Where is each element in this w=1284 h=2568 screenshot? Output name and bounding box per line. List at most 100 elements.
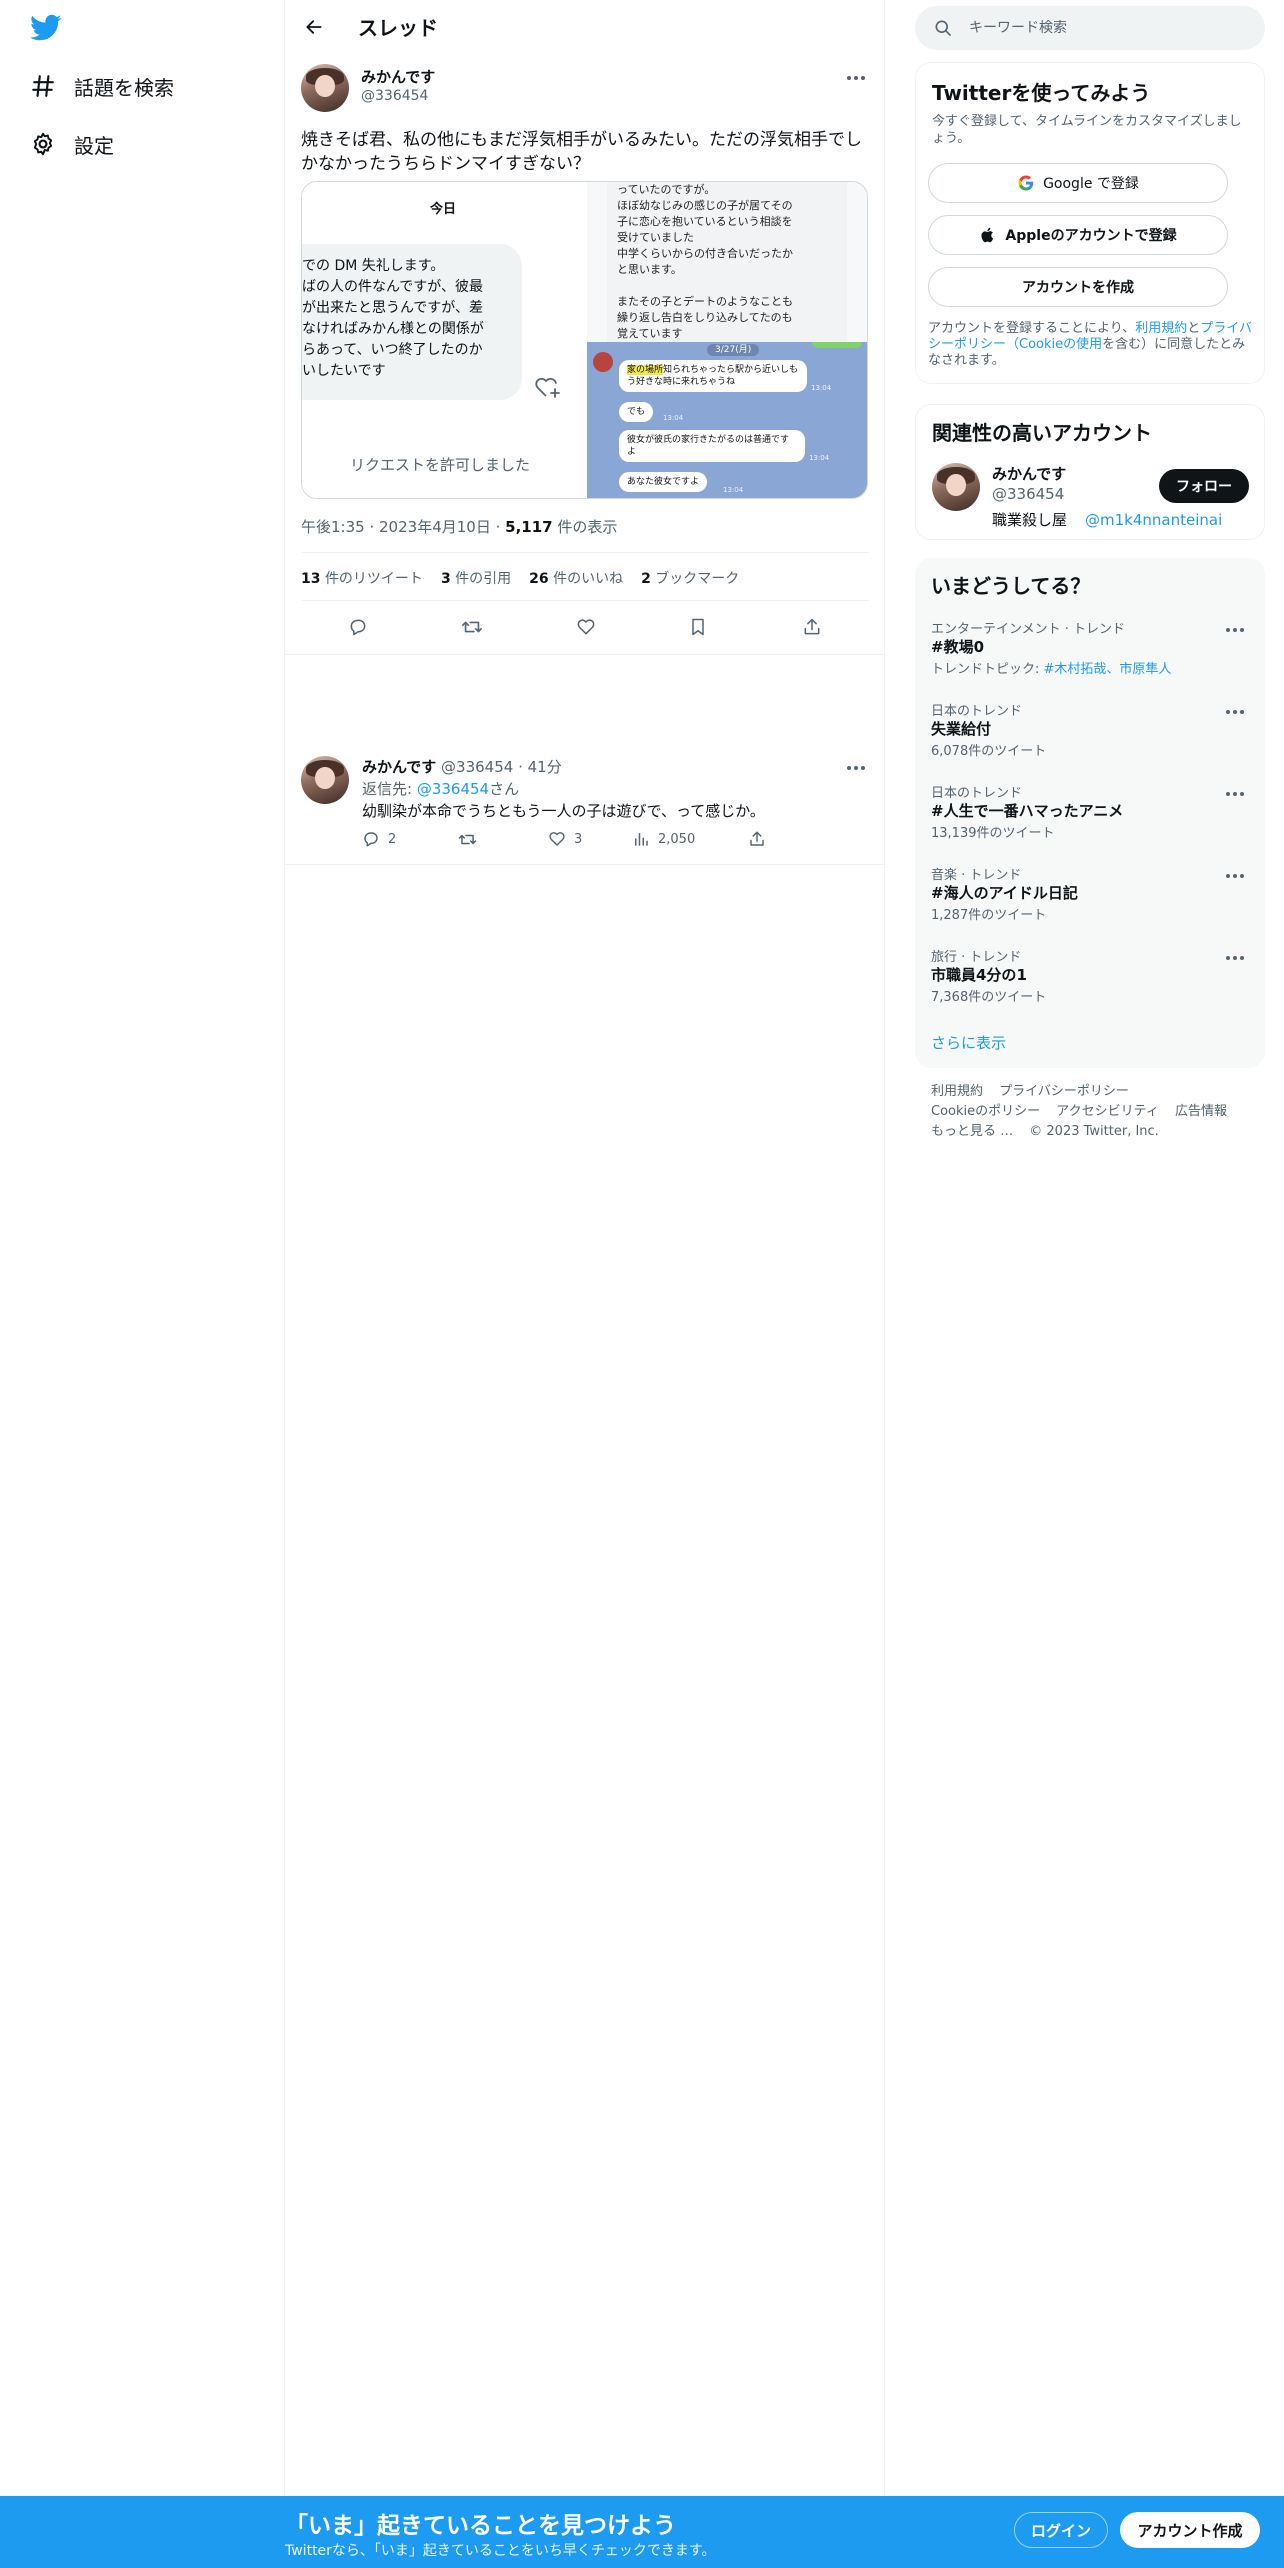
more-options-icon[interactable] [1220,866,1250,886]
more-options-icon[interactable] [841,68,871,88]
tweet-time[interactable]: 午後1:35 [301,518,365,536]
retweet-button[interactable] [458,830,477,849]
chat-message: あなた彼女ですよ [619,472,708,492]
likes-stat[interactable]: 26 件のいいね [529,568,623,588]
nav-item-settings[interactable]: 設定 [28,124,114,164]
search-box[interactable] [915,6,1265,50]
reply-button[interactable]: 2 [362,830,396,848]
bio-link[interactable]: @m1k4nnanteinai [1085,511,1222,529]
share-button[interactable] [797,612,827,642]
apple-signup-button[interactable]: Appleのアカウントで登録 [928,215,1228,255]
share-button[interactable] [748,830,766,848]
more-options-icon[interactable] [1220,948,1250,968]
avatar[interactable] [301,756,349,804]
tweet-date[interactable]: 2023年4月10日 [379,518,491,536]
related-title: 関連性の高いアカウント [932,421,1152,445]
chat-date-label: 3/27(月) [707,344,760,356]
trend-category: 音楽 · トレンド [931,868,1022,883]
terms-link[interactable]: 利用規約 [1135,321,1187,336]
avatar[interactable] [301,64,349,112]
tweet-author-handle[interactable]: @336454 [361,88,428,104]
notes-line: ほぼ幼なじみの感じの子が居てその [617,199,793,212]
footer-link[interactable]: プライバシーポリシー [999,1084,1129,1099]
login-button[interactable]: ログイン [1014,2512,1108,2548]
more-options-icon[interactable] [1220,620,1250,640]
tweet-media[interactable]: 今日 での DM 失礼します。 ばの人の件なんですが、彼最 が出来たと思うんです… [301,181,868,499]
reply-tweet[interactable]: みかんです @336454 · 41分 返信先: @336454さん 幼馴染が本… [285,740,885,864]
bio-text: 職業殺し屋 [992,511,1068,529]
media-image-notes[interactable]: っていたのですが。 ほぼ幼なじみの感じの子が居てその 子に恋心を抱いているという… [587,182,867,342]
retweet-button[interactable] [457,612,487,642]
retweets-stat[interactable]: 13 件のリツイート [301,568,423,588]
show-more-link[interactable]: さらに表示 [931,1032,1006,1053]
trend-item[interactable]: 音楽 · トレンド #海人のアイドル日記 1,287件のツイート [915,864,1265,942]
trend-name: 失業給付 [931,720,992,738]
back-button[interactable] [299,12,329,42]
page-title: スレッド [358,16,438,40]
notes-line: っていたのですが。 [617,183,716,196]
like-button[interactable]: 3 [548,830,582,848]
notes-line: 子に恋心を抱いているという相談を [617,215,793,228]
quotes-stat[interactable]: 3 件の引用 [441,568,511,588]
notes-line: またその子とデートのようなことも [617,295,793,308]
nav-item-explore[interactable]: 話題を検索 [28,66,174,106]
signup-button[interactable]: アカウント作成 [1120,2512,1260,2548]
footer-link[interactable]: アクセシビリティ [1056,1104,1159,1119]
bookmarks-label: ブックマーク [655,571,740,587]
footer-link[interactable]: 利用規約 [931,1084,983,1099]
views-button[interactable]: 2,050 [632,830,695,848]
trend-item[interactable]: 日本のトレンド 失業給付 6,078件のツイート [915,700,1265,778]
more-options-icon[interactable] [841,758,871,778]
reply-author-name[interactable]: みかんです [362,758,436,776]
dm-line: らあって、いつ終了したのか [302,342,483,358]
trend-category: エンターテインメント · トレンド [931,622,1126,637]
bookmark-icon [692,618,704,636]
related-account-bio: 職業殺し屋 @m1k4nnanteinai [992,509,1222,530]
more-options-icon[interactable] [1220,702,1250,722]
more-options-icon[interactable] [1220,784,1250,804]
related-account-name[interactable]: みかんです [992,463,1066,484]
footer-link[interactable]: Cookieのポリシー [931,1104,1040,1119]
like-button[interactable] [571,612,601,642]
signup-legal-text: アカウントを登録することにより、利用規約とプライバシーポリシー（Cookieの使… [928,321,1254,369]
bookmark-button[interactable] [683,612,713,642]
tweet-author-name[interactable]: みかんです [361,66,435,87]
share-icon [750,831,764,846]
trend-item[interactable]: 旅行 · トレンド 市職員4分の1 7,368件のツイート [915,946,1265,1024]
reply-header: みかんです @336454 · 41分 [362,756,562,777]
replying-to-link[interactable]: @336454 [417,780,489,798]
nav-label-explore: 話題を検索 [74,75,174,100]
avatar[interactable] [932,463,980,511]
media-image-dm[interactable]: 今日 での DM 失礼します。 ばの人の件なんですが、彼最 が出来たと思うんです… [302,182,585,498]
dm-message-bubble: での DM 失礼します。 ばの人の件なんですが、彼最 が出来たと思うんですが、差… [302,244,522,400]
follow-button[interactable]: フォロー [1159,469,1249,503]
dm-line: が出来たと思うんですが、差 [302,300,484,316]
footer-link[interactable]: もっと見る … [931,1124,1013,1139]
notes-line: 受けていました [617,231,694,244]
google-icon [1018,175,1034,191]
reply-button[interactable] [343,612,373,642]
trend-item[interactable]: エンターテインメント · トレンド #教場0 トレンドトピック: #木村拓哉、市… [915,618,1265,696]
chat-time: 13:04 [663,414,684,422]
reply-meta[interactable]: @336454 · 41分 [441,758,562,776]
dm-line: なければみかん様との関係が [302,321,484,337]
footer-link[interactable]: 広告情報 [1175,1104,1227,1119]
main-column: スレッド みかんです @336454 焼きそば君、私の他にもまだ浮気相手がいるみ… [285,0,885,2568]
bookmarks-stat[interactable]: 2 ブックマーク [641,568,739,588]
reply-actions: 2 3 2,050 [362,830,792,854]
create-account-button[interactable]: アカウントを作成 [928,267,1228,307]
views-count: 2,050 [658,831,696,847]
banner-headline: 「いま」起きていることを見つけよう [285,2513,676,2539]
reply-count: 2 [388,831,397,847]
search-input[interactable] [969,20,1229,36]
twitter-logo-icon[interactable] [30,14,62,42]
chat-message: 彼女が彼氏の家行きたがるのは普通ですよ [619,430,805,462]
tweet-stats: 13 件のリツイート 3 件の引用 26 件のいいね 2 ブックマーク [301,568,757,588]
notes-line: 繰り返し告白をしり込みしてたのも [617,311,793,324]
google-signup-button[interactable]: Google で登録 [928,163,1228,203]
trend-count: 13,139件のツイート [931,826,1055,841]
trend-topic-links[interactable]: #木村拓哉、市原隼人 [1044,662,1172,677]
media-image-chat[interactable]: 3/27(月) 家の場所知られちゃったら駅から近いしもう好きな時に来れちゃうね … [587,342,867,498]
related-account-handle[interactable]: @336454 [992,485,1064,503]
trend-item[interactable]: 日本のトレンド #人生で一番ハマったアニメ 13,139件のツイート [915,782,1265,860]
